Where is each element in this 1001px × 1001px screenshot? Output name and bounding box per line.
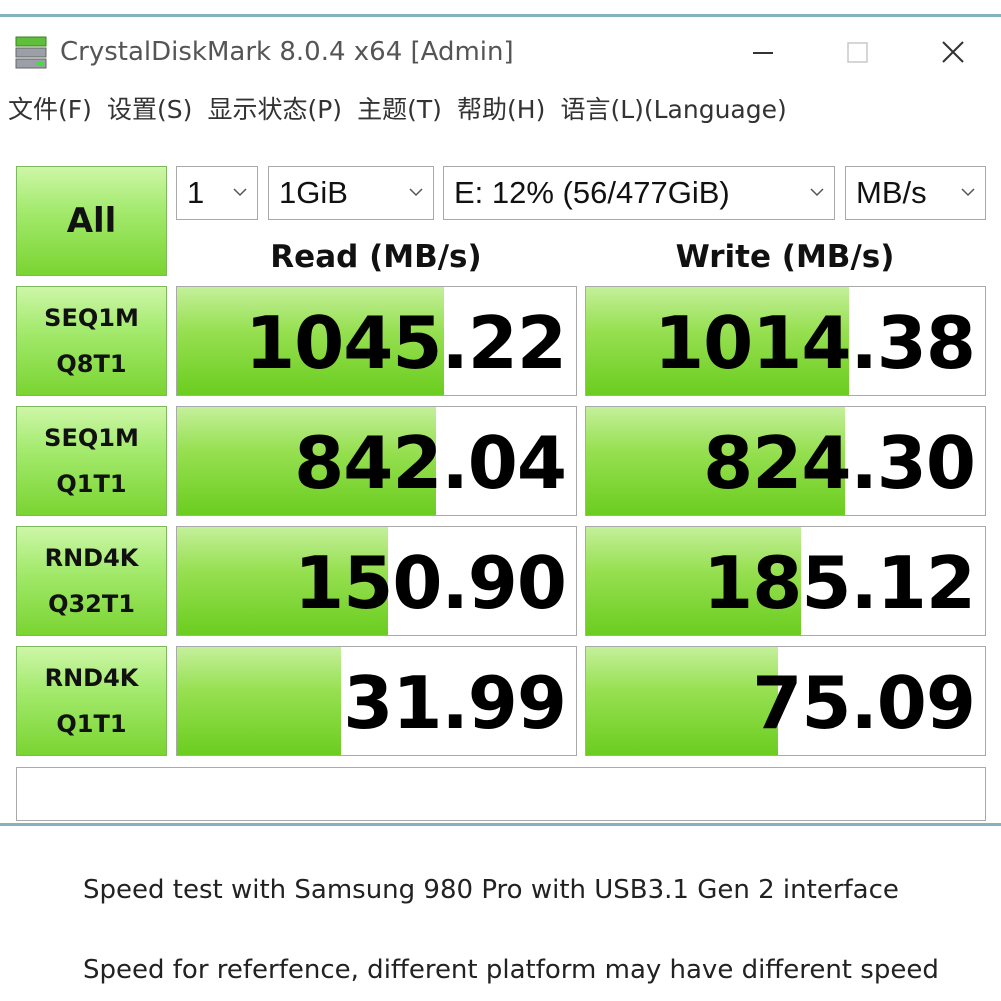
maximize-icon[interactable] (832, 33, 882, 73)
test-seq1m-q8t1-button[interactable]: SEQ1M Q8T1 (16, 286, 167, 396)
test-name: SEQ1M (44, 304, 139, 332)
size-value: 1GiB (279, 175, 348, 210)
read-header: Read (MB/s) (270, 239, 482, 275)
read-value: 1045.22 (245, 301, 567, 385)
test-params: Q8T1 (56, 350, 127, 378)
app-window: CrystalDiskMark 8.0.4 x64 [Admin] 文件(F) … (0, 14, 1001, 826)
disk-app-icon (15, 36, 47, 69)
write-value: 185.12 (703, 541, 976, 625)
write-bar (586, 647, 778, 755)
minimize-icon[interactable] (738, 33, 788, 73)
test-name: SEQ1M (44, 424, 139, 452)
menu-theme[interactable]: 主题(T) (357, 89, 442, 131)
test-name: RND4K (44, 664, 139, 692)
menu-help[interactable]: 帮助(H) (457, 89, 545, 131)
menu-bar: 文件(F) 设置(S) 显示状态(P) 主题(T) 帮助(H) 语言(L)(La… (0, 89, 1001, 131)
test-params: Q1T1 (56, 710, 127, 738)
drive-value: E: 12% (56/477GiB) (454, 175, 730, 210)
chevron-down-icon (233, 188, 247, 197)
write-result-cell: 75.09 (585, 646, 986, 756)
test-params: Q32T1 (48, 590, 135, 618)
drive-select[interactable]: E: 12% (56/477GiB) (443, 166, 835, 220)
write-header: Write (MB/s) (675, 239, 895, 275)
read-bar (177, 647, 341, 755)
write-value: 75.09 (752, 661, 976, 745)
write-value: 824.30 (703, 421, 976, 505)
menu-display[interactable]: 显示状态(P) (207, 89, 342, 131)
test-seq1m-q1t1-button[interactable]: SEQ1M Q1T1 (16, 406, 167, 516)
test-rnd4k-q1t1-button[interactable]: RND4K Q1T1 (16, 646, 167, 756)
size-select[interactable]: 1GiB (268, 166, 434, 220)
read-value: 150.90 (294, 541, 567, 625)
read-result-cell: 1045.22 (176, 286, 577, 396)
read-result-cell: 31.99 (176, 646, 577, 756)
chevron-down-icon (961, 188, 975, 197)
unit-select[interactable]: MB/s (845, 166, 986, 220)
title-bar[interactable]: CrystalDiskMark 8.0.4 x64 [Admin] (0, 17, 1001, 89)
caption-line-1: Speed test with Samsung 980 Pro with USB… (83, 875, 899, 905)
count-select[interactable]: 1 (176, 166, 258, 220)
chevron-down-icon (810, 188, 824, 197)
chevron-down-icon (409, 188, 423, 197)
menu-file[interactable]: 文件(F) (8, 89, 92, 131)
close-icon[interactable] (928, 33, 978, 73)
comment-input[interactable] (16, 767, 986, 821)
read-result-cell: 150.90 (176, 526, 577, 636)
menu-language[interactable]: 语言(L)(Language) (560, 89, 786, 131)
count-value: 1 (187, 175, 205, 210)
write-value: 1014.38 (654, 301, 976, 385)
test-rnd4k-q32t1-button[interactable]: RND4K Q32T1 (16, 526, 167, 636)
run-all-button[interactable]: All (16, 166, 167, 276)
read-value: 842.04 (294, 421, 567, 505)
unit-value: MB/s (856, 175, 927, 210)
test-params: Q1T1 (56, 470, 127, 498)
caption-line-2: Speed for referfence, different platform… (83, 955, 939, 985)
write-result-cell: 824.30 (585, 406, 986, 516)
read-value: 31.99 (343, 661, 567, 745)
test-name: RND4K (44, 544, 139, 572)
main-panel: All 1 1GiB E: 12% (56/477GiB) MB/s Read … (0, 135, 1001, 823)
write-result-cell: 1014.38 (585, 286, 986, 396)
read-result-cell: 842.04 (176, 406, 577, 516)
window-title: CrystalDiskMark 8.0.4 x64 [Admin] (60, 37, 514, 67)
menu-settings[interactable]: 设置(S) (107, 89, 192, 131)
write-result-cell: 185.12 (585, 526, 986, 636)
